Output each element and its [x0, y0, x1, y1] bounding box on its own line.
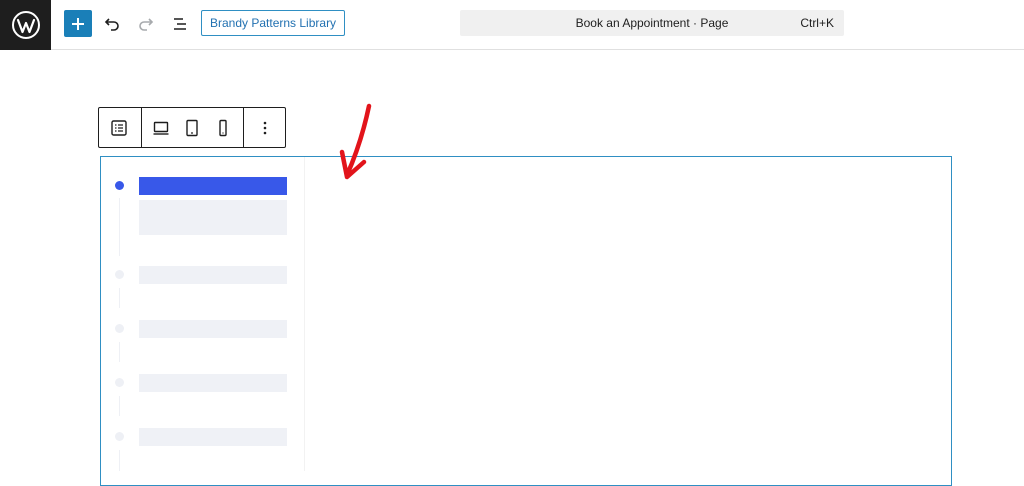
patterns-library-label: Brandy Patterns Library: [210, 16, 337, 30]
more-options-icon: [263, 121, 267, 135]
document-title: Book an Appointment · Page: [575, 16, 729, 30]
desktop-icon: [153, 121, 169, 135]
redo-icon: [139, 18, 154, 31]
timeline-connector: [119, 198, 120, 256]
tab-indicator: [115, 324, 124, 333]
toolbar-divider: [141, 108, 142, 147]
tab-indicator: [115, 270, 124, 279]
block-toolbar: [98, 107, 286, 148]
editor-top-toolbar: Brandy Patterns Library Book an Appointm…: [0, 0, 1024, 50]
tab-description-placeholder: [139, 200, 287, 235]
plus-icon: [72, 17, 84, 30]
redo-button[interactable]: [134, 12, 158, 36]
patterns-library-button[interactable]: Brandy Patterns Library: [201, 10, 346, 36]
desktop-view-button[interactable]: [149, 116, 173, 140]
tab-item[interactable]: [139, 266, 287, 284]
undo-button[interactable]: [100, 12, 124, 36]
list-view-button[interactable]: [168, 12, 192, 36]
command-palette-bar[interactable]: Book an Appointment · Page Ctrl+K: [460, 10, 844, 36]
mobile-icon: [219, 119, 227, 137]
tab-item[interactable]: [139, 374, 287, 392]
undo-icon: [104, 18, 119, 31]
timeline-connector: [119, 450, 120, 471]
timeline-connector: [119, 396, 120, 416]
tab-item-active[interactable]: [139, 177, 287, 195]
more-options-button[interactable]: [253, 116, 277, 140]
timeline-connector: [119, 288, 120, 308]
tablet-icon: [186, 119, 198, 137]
list-view-icon: [174, 18, 186, 30]
tabs-column-divider: [304, 157, 305, 471]
tab-indicator: [115, 432, 124, 441]
tablet-view-button[interactable]: [180, 116, 204, 140]
tab-item[interactable]: [139, 428, 287, 446]
tab-indicator: [115, 378, 124, 387]
tab-item[interactable]: [139, 320, 287, 338]
tab-indicator-active: [115, 181, 124, 190]
command-shortcut: Ctrl+K: [800, 16, 834, 30]
timeline-connector: [119, 342, 120, 362]
mobile-view-button[interactable]: [211, 116, 235, 140]
toolbar-divider: [243, 108, 244, 147]
block-type-icon: [111, 120, 127, 136]
add-block-button[interactable]: [64, 10, 92, 37]
wordpress-logo-icon[interactable]: [0, 0, 51, 50]
annotation-arrow-icon: [339, 103, 372, 180]
block-type-button[interactable]: [107, 116, 131, 140]
